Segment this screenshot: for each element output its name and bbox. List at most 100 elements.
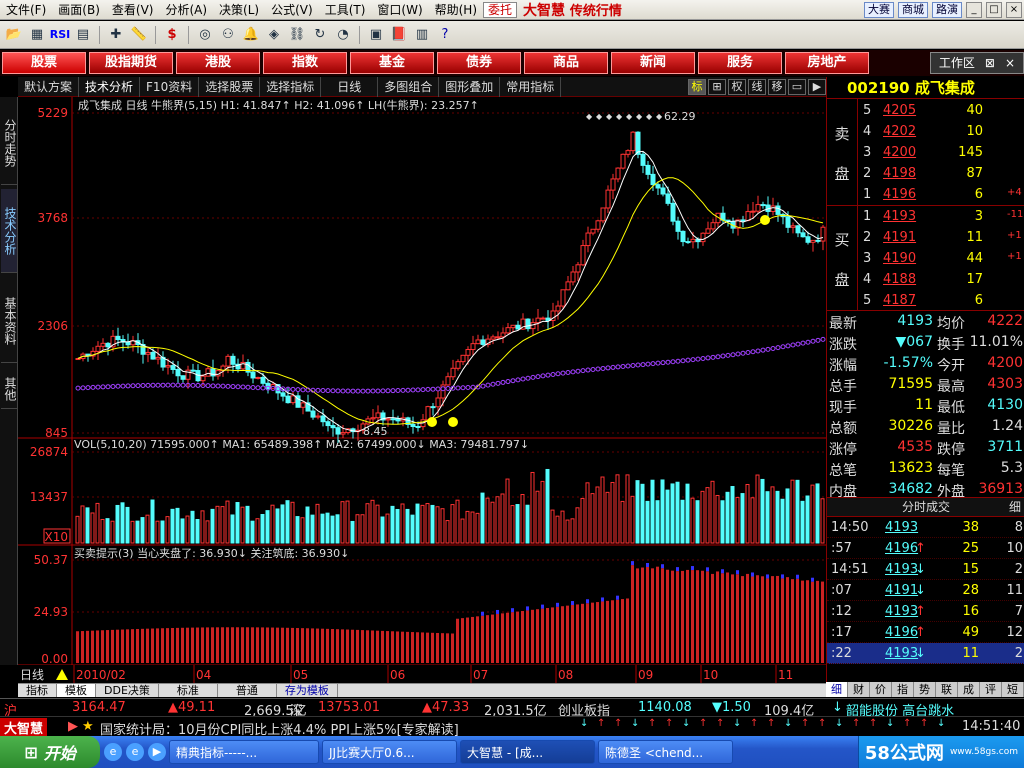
workarea-pin-icon[interactable]: ⊠ (985, 53, 995, 73)
nav-commodities[interactable]: 商品 (524, 52, 608, 74)
contest-button[interactable]: 大赛 (864, 1, 894, 18)
subbar-default-scheme[interactable]: 默认方案 (18, 76, 80, 97)
btab-standard[interactable]: 标准 (159, 684, 218, 697)
bell-icon[interactable]: 🔔 (241, 25, 261, 45)
tick-row[interactable]: :07 4191 ↓ 28 11 (827, 580, 1024, 601)
nav-index-futures[interactable]: 股指期货 (89, 52, 173, 74)
sell-row[interactable]: 1 4196 6 +4 (863, 185, 1024, 206)
window-icon[interactable]: ▣ (366, 25, 386, 45)
chart-icon[interactable]: ▦ (27, 25, 47, 45)
refresh-icon[interactable]: ↻ (310, 25, 330, 45)
nav-services[interactable]: 服务 (698, 52, 782, 74)
menu-help[interactable]: 帮助(H) (429, 1, 483, 18)
ie-icon[interactable]: e (126, 743, 144, 761)
btab-save-template[interactable]: 存为模板 (277, 684, 338, 697)
folder-icon[interactable]: 📂 (4, 25, 24, 45)
tick-row[interactable]: 14:51 4193 ↓ 15 2 (827, 559, 1024, 580)
menu-screen[interactable]: 画面(B) (52, 1, 106, 18)
rtab-1[interactable]: 财 (848, 682, 870, 697)
dollar-icon[interactable]: $ (162, 25, 182, 45)
mall-button[interactable]: 商城 (898, 1, 928, 18)
close-button[interactable]: × (1006, 1, 1022, 18)
tab-intraday[interactable]: 分时走势 (1, 101, 17, 185)
nav-hk-stocks[interactable]: 港股 (176, 52, 260, 74)
nav-bonds[interactable]: 债券 (437, 52, 521, 74)
btab-dde[interactable]: DDE决策 (96, 684, 159, 697)
rtab-3[interactable]: 指 (892, 682, 914, 697)
rtab-8[interactable]: 短 (1002, 682, 1024, 697)
menu-window[interactable]: 窗口(W) (371, 1, 428, 18)
weituo-button[interactable]: 委托 (483, 1, 518, 18)
binoculars-icon[interactable]: ⚇ (218, 25, 238, 45)
subbar-tech-analysis[interactable]: 技术分析 (79, 76, 141, 97)
tab-technical[interactable]: 技术分析 (1, 189, 17, 273)
nav-funds[interactable]: 基金 (350, 52, 434, 74)
ruler-icon[interactable]: 📏 (129, 25, 149, 45)
ticks-more-button[interactable]: 细 (1009, 498, 1021, 516)
menu-analysis[interactable]: 分析(A) (159, 1, 213, 18)
glasses-icon[interactable]: ◎ (195, 25, 215, 45)
kline-chart[interactable]: 成飞集成 日线 牛熊界(5,15) H1: 41.847↑ H2: 41.096… (18, 97, 826, 683)
buy-row[interactable]: 4 4188 17 (863, 270, 1024, 291)
sell-row[interactable]: 5 4205 40 (863, 101, 1024, 122)
task-jj-hall[interactable]: JJ比赛大厅0.6... (322, 740, 457, 764)
nav-news[interactable]: 新闻 (611, 52, 695, 74)
browser-icon[interactable]: e (104, 743, 122, 761)
link-icon[interactable]: ⛓ (287, 25, 307, 45)
sell-row[interactable]: 2 4198 87 (863, 164, 1024, 185)
play-icon[interactable]: ▶ (68, 719, 78, 734)
book-icon[interactable]: 📕 (389, 25, 409, 45)
btab-template[interactable]: 模板 (57, 684, 96, 697)
task-dazhihui[interactable]: 大智慧 - [成... (460, 740, 595, 764)
cross-icon[interactable]: ✚ (106, 25, 126, 45)
tick-row[interactable]: 14:50 4193 38 8 (827, 517, 1024, 538)
rtab-5[interactable]: 联 (936, 682, 958, 697)
rtab-7[interactable]: 评 (980, 682, 1002, 697)
tab-fundamentals[interactable]: 基本资料 (1, 279, 17, 363)
tick-row[interactable]: :57 4196 ↑ 25 10 (827, 538, 1024, 559)
maximize-button[interactable]: □ (986, 1, 1002, 18)
rights-icon[interactable]: 权 (728, 78, 746, 95)
tag-icon[interactable]: ◈ (264, 25, 284, 45)
grid-icon[interactable]: ▤ (73, 25, 93, 45)
subbar-daily[interactable]: 日线 (321, 76, 379, 97)
start-button[interactable]: ⊞ 开始 (0, 736, 100, 768)
menu-formula[interactable]: 公式(V) (265, 1, 319, 18)
nav-stocks[interactable]: 股票 (2, 52, 86, 74)
move-icon[interactable]: 移 (768, 78, 786, 95)
workarea-tab[interactable]: 工作区 ⊠ × (929, 52, 1024, 74)
sell-row[interactable]: 4 4202 10 (863, 122, 1024, 143)
line-icon[interactable]: 线 (748, 78, 766, 95)
menu-decision[interactable]: 决策(L) (213, 1, 265, 18)
buy-row[interactable]: 1 4193 3 -11 (863, 207, 1024, 228)
minimize-button[interactable]: _ (966, 1, 982, 18)
tab-other[interactable]: 其他 (1, 369, 17, 409)
rtab-0[interactable]: 细 (826, 682, 848, 697)
rtab-4[interactable]: 势 (914, 682, 936, 697)
subbar-select-indicator[interactable]: 选择指标 (260, 76, 322, 97)
rtab-6[interactable]: 成 (958, 682, 980, 697)
play-icon[interactable]: ▶ (808, 78, 826, 95)
tick-row[interactable]: :22 4193 ↓ 11 2 (827, 643, 1024, 664)
nav-real-estate[interactable]: 房地产 (785, 52, 869, 74)
subbar-overlay[interactable]: 图形叠加 (439, 76, 501, 97)
menu-view[interactable]: 查看(V) (106, 1, 160, 18)
task-email[interactable]: 陈德圣 <chend... (598, 740, 733, 764)
subbar-multi-chart[interactable]: 多图组合 (378, 76, 440, 97)
btab-indicator[interactable]: 指标 (18, 684, 57, 697)
workarea-close-icon[interactable]: × (1005, 53, 1015, 73)
frame-icon[interactable]: ▭ (788, 78, 806, 95)
buy-row[interactable]: 5 4187 6 (863, 291, 1024, 312)
buy-row[interactable]: 2 4191 11 +1 (863, 228, 1024, 249)
rtab-2[interactable]: 价 (870, 682, 892, 697)
task-classic-indicator[interactable]: 精典指标-----... (169, 740, 319, 764)
plus-box-icon[interactable]: ⊞ (708, 78, 726, 95)
nav-index[interactable]: 指数 (263, 52, 347, 74)
btab-normal[interactable]: 普通 (218, 684, 277, 697)
subbar-f10[interactable]: F10资料 (140, 76, 200, 97)
pie-icon[interactable]: ◔ (333, 25, 353, 45)
buy-row[interactable]: 3 4190 44 +1 (863, 249, 1024, 270)
subbar-select-stock[interactable]: 选择股票 (199, 76, 261, 97)
calendar-icon[interactable]: ▥ (412, 25, 432, 45)
mark-icon[interactable]: 标 (688, 78, 706, 95)
